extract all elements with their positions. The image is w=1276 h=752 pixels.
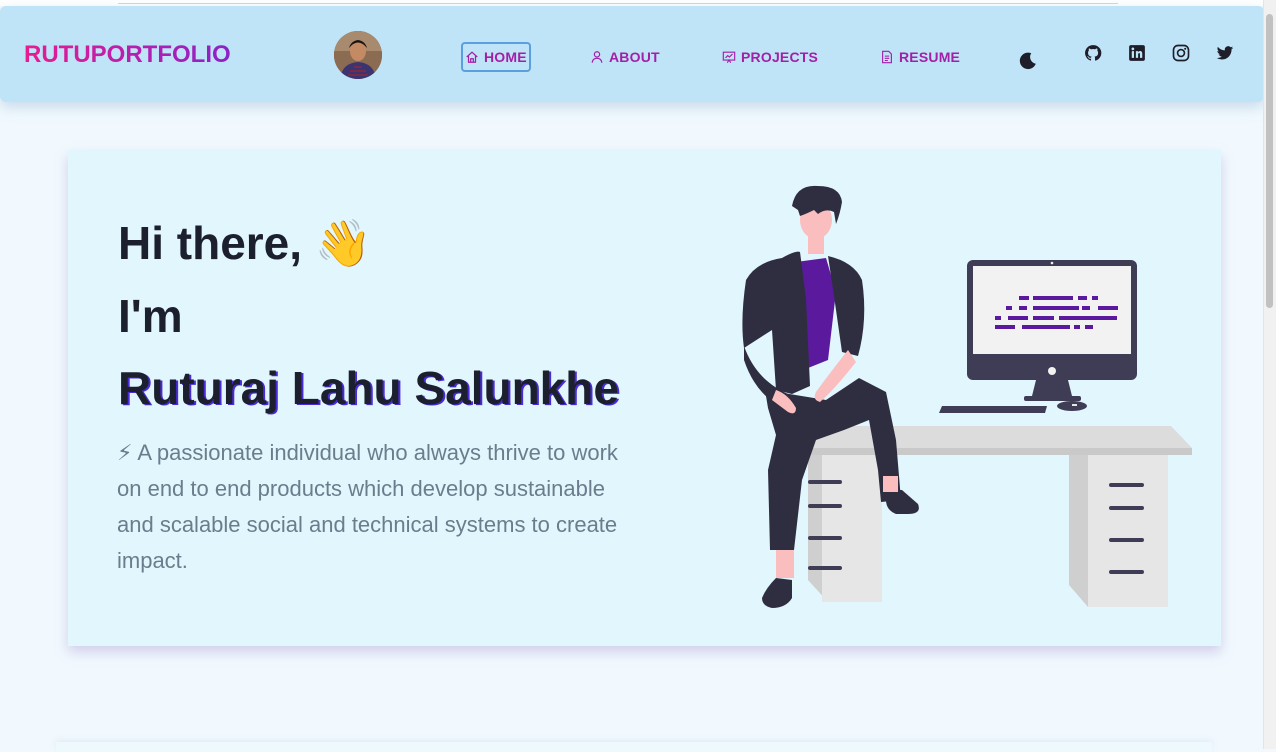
navbar: RUTUPORTFOLIO HOME ABOUT PROJECTS RESUME	[0, 6, 1264, 102]
nav-home-link[interactable]: HOME	[461, 42, 531, 72]
top-divider	[118, 3, 1118, 4]
nav-about-link[interactable]: ABOUT	[590, 45, 660, 69]
avatar	[334, 31, 382, 79]
nav-home-label: HOME	[484, 49, 527, 65]
instagram-icon[interactable]	[1172, 44, 1190, 62]
user-icon	[591, 51, 603, 63]
presentation-icon	[722, 51, 736, 64]
home-icon	[466, 51, 478, 63]
nav-resume-link[interactable]: RESUME	[880, 45, 960, 69]
hero-name: Ruturaj Lahu Salunkhe	[118, 362, 619, 414]
scrollbar-thumb[interactable]	[1266, 14, 1273, 308]
developer-at-desk-illustration	[742, 185, 1192, 608]
hero-description: ⚡ A passionate individual who always thr…	[117, 440, 618, 573]
hero-greeting: Hi there, 👋	[118, 217, 373, 269]
avatar-photo	[334, 31, 382, 79]
nav-resume-label: RESUME	[899, 49, 961, 65]
moon-icon[interactable]	[1017, 50, 1039, 72]
linkedin-icon[interactable]	[1128, 44, 1146, 62]
nav-projects-link[interactable]: PROJECTS	[722, 45, 818, 69]
site-logo[interactable]: RUTUPORTFOLIO	[24, 41, 231, 69]
document-icon	[882, 50, 892, 64]
hero-section: Hi there, 👋 I'm Ruturaj Lahu Salunkhe ⚡ …	[68, 150, 1221, 646]
github-icon[interactable]	[1084, 44, 1102, 62]
next-section-edge	[56, 742, 1212, 752]
scrollbar[interactable]	[1263, 0, 1276, 749]
twitter-icon[interactable]	[1216, 44, 1234, 62]
nav-about-label: ABOUT	[609, 49, 660, 65]
hero-intro: I'm	[118, 290, 183, 342]
nav-projects-label: PROJECTS	[741, 49, 819, 65]
